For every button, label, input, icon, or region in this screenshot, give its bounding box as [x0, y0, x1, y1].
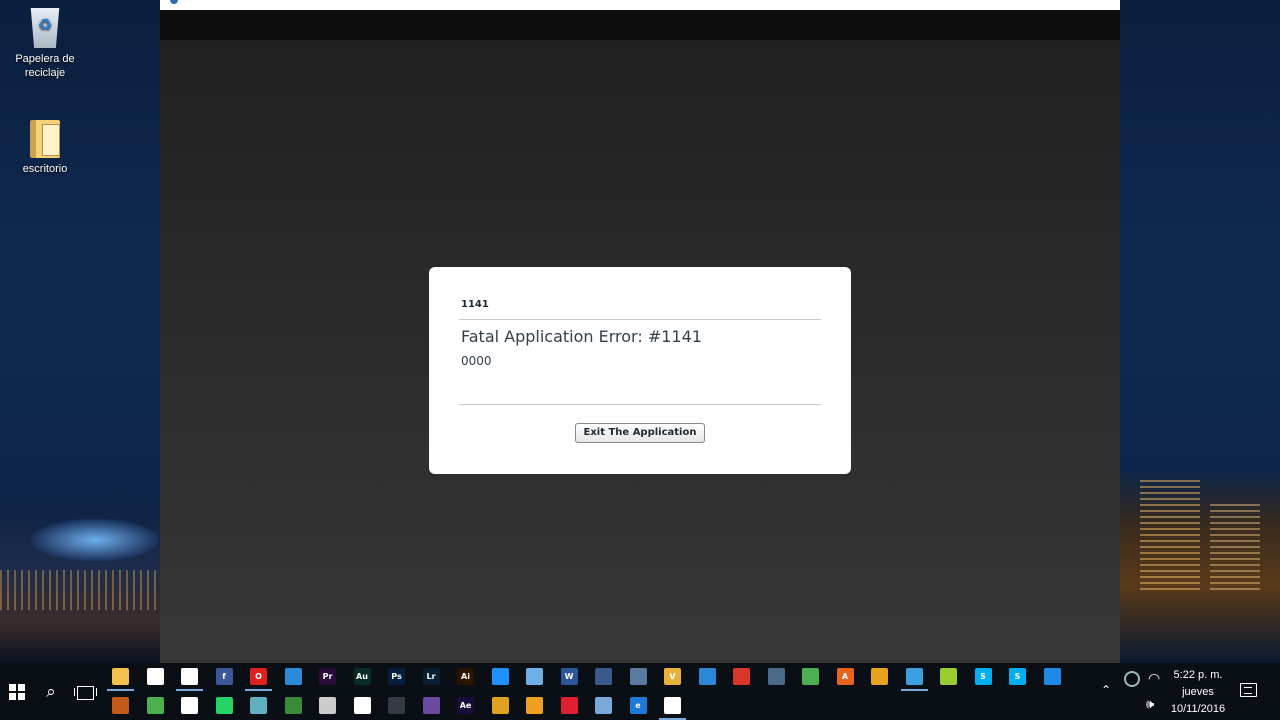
app-green-arrow-icon[interactable] — [802, 668, 819, 685]
whatsapp-icon[interactable] — [215, 697, 233, 714]
app-cyan-icon[interactable] — [491, 668, 509, 685]
app-shield-icon[interactable] — [250, 697, 267, 714]
search-icon[interactable]: ⌕ — [38, 679, 64, 705]
vectorize-icon[interactable]: V — [664, 668, 681, 685]
calculator-icon[interactable] — [353, 697, 371, 714]
app-red-icon[interactable] — [733, 668, 750, 685]
windows-logo-icon — [9, 684, 25, 700]
desktop-icon-label: Papelera de reciclaje — [15, 53, 75, 79]
after-effects-icon[interactable]: Ae — [457, 697, 474, 714]
microphone-icon[interactable] — [319, 697, 336, 714]
desktop-icon-escritorio[interactable]: escritorio — [5, 120, 85, 176]
error-code: 1141 — [461, 299, 489, 310]
wallpaper-city-right — [1120, 470, 1280, 663]
recycle-bin-icon — [30, 8, 60, 48]
app-lime-icon[interactable] — [940, 668, 957, 685]
wifi-icon[interactable]: ◠ — [1148, 671, 1160, 687]
app-globe-icon[interactable] — [595, 668, 612, 685]
excel-like-icon[interactable] — [284, 697, 302, 714]
opera-icon[interactable]: O — [245, 668, 272, 691]
app-doc-icon[interactable] — [698, 668, 716, 685]
app-toolbar — [160, 10, 1120, 40]
file-explorer-icon[interactable] — [107, 668, 134, 691]
store-icon[interactable] — [146, 668, 164, 685]
divider — [459, 404, 821, 405]
desktop-icon-recycle-bin[interactable]: Papelera de reciclaje — [5, 8, 85, 80]
app-purple-icon[interactable] — [422, 697, 440, 714]
app-network-icon[interactable] — [629, 668, 647, 685]
app-orange-icon[interactable] — [112, 697, 129, 714]
chevron-up-icon[interactable]: ⌃ — [1101, 683, 1111, 697]
chrome-icon[interactable] — [491, 697, 509, 714]
app-nox-icon[interactable] — [388, 697, 405, 714]
network-icon[interactable] — [1124, 671, 1140, 687]
settings-icon[interactable] — [659, 697, 686, 720]
error-title: Fatal Application Error: #1141 — [461, 327, 702, 346]
illustrator-icon[interactable]: Ai — [457, 668, 474, 685]
groove-music-icon[interactable] — [176, 668, 203, 691]
start-button[interactable] — [0, 663, 34, 720]
app-green-icon[interactable] — [146, 697, 164, 714]
exit-application-button[interactable]: Exit The Application — [575, 423, 705, 443]
app-bolt-icon[interactable] — [526, 697, 543, 714]
task-view-icon[interactable] — [72, 679, 98, 705]
desktop-icon-label: escritorio — [22, 163, 68, 175]
app-circle-icon[interactable] — [767, 668, 785, 685]
image-viewer-icon[interactable] — [526, 668, 543, 685]
app-window: 1141 Fatal Application Error: #1141 0000… — [160, 0, 1120, 663]
action-center-icon[interactable] — [1240, 683, 1257, 697]
clock-date: 10/11/2016 — [1170, 703, 1226, 715]
error-dialog: 1141 Fatal Application Error: #1141 0000… — [429, 267, 851, 474]
photoshop-icon[interactable]: Ps — [388, 668, 405, 685]
audition-icon[interactable]: Au — [353, 668, 371, 685]
taskbar: ⌕ f O Pr Au Ps Lr Ai W V A S S Ae e ⌃ ◠ 🕪 5:22 p. m.… — [0, 663, 1280, 720]
clock[interactable]: 5:22 p. m. jueves 10/11/2016 — [1166, 667, 1230, 718]
app-blue-icon[interactable] — [284, 668, 302, 685]
premiere-icon[interactable]: Pr — [319, 668, 336, 685]
app-pen-icon[interactable] — [181, 697, 198, 714]
app-header-bar — [160, 0, 1120, 10]
skype-alt-icon[interactable]: S — [1009, 668, 1026, 685]
error-detail: 0000 — [461, 354, 492, 368]
word-icon[interactable]: W — [560, 668, 578, 685]
divider — [459, 319, 821, 320]
folder-icon — [30, 120, 60, 158]
volume-icon[interactable]: 🕪 — [1146, 697, 1154, 712]
clock-time: 5:22 p. m. — [1173, 669, 1223, 681]
lightroom-icon[interactable]: Lr — [422, 668, 440, 685]
edge-icon[interactable]: e — [629, 697, 647, 714]
app-target-icon[interactable] — [560, 697, 578, 714]
messenger-icon[interactable] — [1043, 668, 1061, 685]
skype-icon[interactable]: S — [974, 668, 992, 685]
app-wave-icon[interactable] — [900, 668, 928, 691]
clock-day: jueves — [1182, 686, 1214, 698]
app-yellow-icon[interactable] — [871, 668, 888, 685]
facebook-icon[interactable]: f — [215, 668, 233, 685]
app-a-icon[interactable]: A — [836, 668, 854, 685]
app-logo-icon — [170, 0, 178, 4]
wallpaper-city-left — [0, 500, 160, 663]
remote-desktop-icon[interactable] — [595, 697, 612, 714]
